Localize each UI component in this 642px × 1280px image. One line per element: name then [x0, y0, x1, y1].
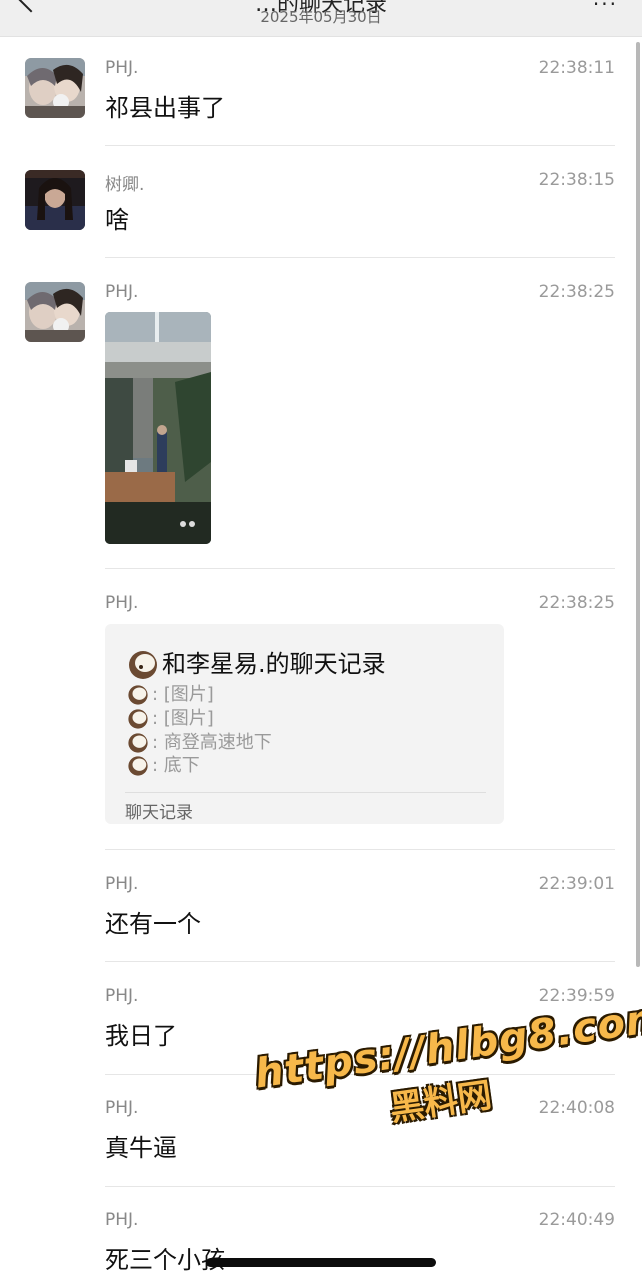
sender-name: 树卿. — [105, 175, 145, 195]
divider — [105, 568, 615, 569]
message-time: 22:39:01 — [538, 874, 615, 894]
divider — [105, 961, 615, 962]
sender-name: PHJ. — [105, 58, 139, 78]
message-text: 祁县出事了 — [105, 94, 225, 122]
chat-record-footer: 聊天记录 — [125, 803, 193, 823]
message-time: 22:38:15 — [538, 170, 615, 190]
coconut-icon — [128, 756, 148, 776]
photo-attachment[interactable] — [105, 312, 211, 544]
divider — [105, 849, 615, 850]
message-time: 22:38:11 — [538, 58, 615, 78]
divider — [105, 1186, 615, 1187]
chat-record-card-title: 和李星易.的聊天记录 — [127, 644, 386, 681]
avatar[interactable] — [25, 282, 85, 342]
scrollbar[interactable] — [636, 42, 640, 967]
coconut-icon — [129, 651, 157, 679]
watermark: https://hlbg8.com 黑料网 — [252, 994, 642, 1171]
avatar[interactable] — [25, 170, 85, 230]
message-time: 22:38:25 — [538, 282, 615, 302]
sender-name: PHJ. — [105, 593, 139, 613]
message-text: 还有一个 — [105, 910, 201, 938]
sender-name: PHJ. — [105, 1098, 139, 1118]
card-divider — [125, 792, 486, 793]
coconut-icon — [128, 685, 148, 705]
top-bar: …的聊天记录 2025年05月30日 ··· — [0, 0, 642, 37]
chat-record-line: : [图片] — [127, 704, 214, 730]
more-options-icon[interactable]: ··· — [593, 0, 618, 16]
chat-record-line: : 底下 — [127, 751, 200, 777]
sender-name: PHJ. — [105, 282, 139, 302]
sender-name: PHJ. — [105, 1210, 139, 1230]
sender-name: PHJ. — [105, 986, 139, 1006]
coconut-icon — [128, 709, 148, 729]
message-text: 真牛逼 — [105, 1134, 177, 1162]
message-time: 22:38:25 — [538, 593, 615, 613]
sender-name: PHJ. — [105, 874, 139, 894]
message-text: 死三个小孩 — [105, 1246, 225, 1274]
message-text: 啥 — [105, 206, 129, 234]
avatar[interactable] — [25, 58, 85, 118]
divider — [105, 257, 615, 258]
home-indicator[interactable] — [206, 1258, 436, 1267]
chat-record-card[interactable]: 和李星易.的聊天记录 : [图片] : [图片] : 商登高速地下 : 底下 聊… — [105, 624, 504, 824]
message-text: 我日了 — [105, 1022, 177, 1050]
divider — [105, 145, 615, 146]
chat-record-line: : [图片] — [127, 680, 214, 706]
message-time: 22:40:49 — [538, 1210, 615, 1230]
record-date: 2025年05月30日 — [260, 8, 382, 26]
